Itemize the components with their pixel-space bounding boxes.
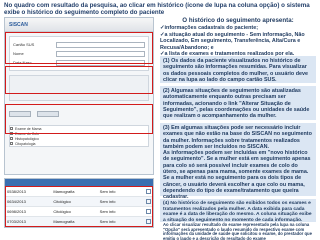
callout-4 <box>5 186 153 227</box>
features-list: ✓informações cadastrais do paciente; ✓a … <box>160 25 316 58</box>
note-box-1: (1) Os dados da paciente visualizados no… <box>160 56 316 83</box>
note-box-4-visible: (4) No histórico de seguimento são exibi… <box>160 199 316 223</box>
note-box-2: (2) Algumas situações de seguimento são … <box>160 86 316 120</box>
history-description: O histórico do seguimento apresenta: ✓in… <box>160 17 316 58</box>
header-description: No quadro com resultado da pesquisa, ao … <box>4 2 310 17</box>
checkbox-icon <box>10 137 13 140</box>
callout-2 <box>5 66 153 94</box>
note-box-3: (3) Em algumas situações pode ser necess… <box>160 123 316 200</box>
app-brand: SISCAN <box>9 21 28 28</box>
section-title: O histórico do seguimento apresenta: <box>182 17 294 24</box>
callout-3 <box>5 104 153 134</box>
list-item: ✓a situação atual do seguimento - Sem in… <box>160 31 305 51</box>
footer-text: Ao clicar visualizar resultado do exame … <box>163 222 312 240</box>
checkbox-icon <box>10 142 13 145</box>
callout-1 <box>5 32 153 64</box>
app-topbar: SISCAN <box>5 18 153 32</box>
check-item[interactable]: Citopatologia <box>10 141 148 146</box>
list-item: ✓informações cadastrais do paciente; <box>160 25 259 31</box>
